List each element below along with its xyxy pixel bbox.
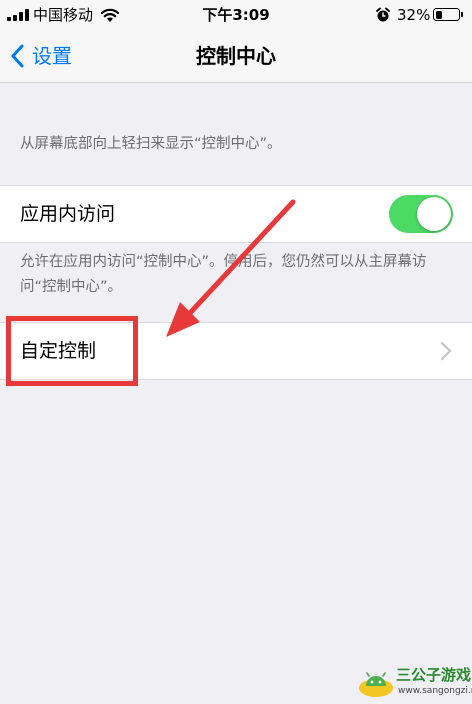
alarm-icon xyxy=(376,7,390,22)
watermark-url: www.sangongzi.net xyxy=(398,686,472,696)
watermark: 三公子游戏网 www.sangongzi.net xyxy=(358,664,472,700)
access-within-apps-label: 应用内访问 xyxy=(20,203,116,225)
watermark-name: 三公子游戏网 xyxy=(396,666,472,684)
battery-cap xyxy=(461,12,463,17)
page-title: 控制中心 xyxy=(196,44,276,68)
toggle-knob xyxy=(417,197,451,231)
battery-percent: 32% xyxy=(397,6,431,24)
access-description-text: 允许在应用内访问“控制中心”。停用后，您仍然可以从主屏幕访问“控制中心”。 xyxy=(20,254,427,295)
navigation-bar: 设置 控制中心 xyxy=(0,30,472,83)
chevron-right-icon xyxy=(440,341,452,361)
highlight-box xyxy=(6,316,138,386)
access-within-apps-row: 应用内访问 xyxy=(0,185,472,243)
access-within-apps-toggle[interactable] xyxy=(389,195,453,233)
swipe-hint-text: 从屏幕底部向上轻扫来显示“控制中心”。 xyxy=(20,136,282,152)
status-bar: 中国移动 下午3:09 32% xyxy=(0,0,472,30)
android-logo-icon xyxy=(359,672,393,697)
battery-icon xyxy=(433,8,460,21)
